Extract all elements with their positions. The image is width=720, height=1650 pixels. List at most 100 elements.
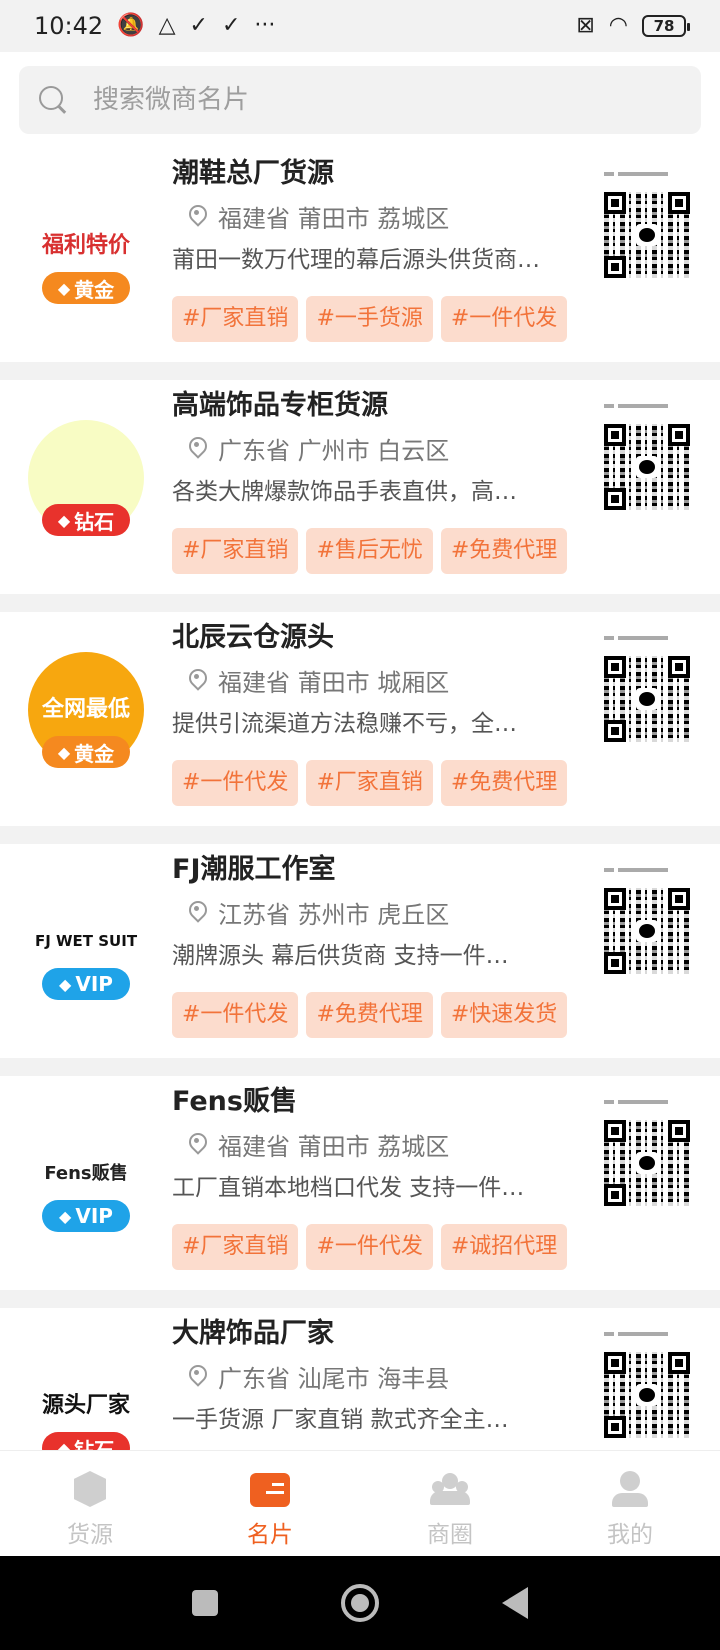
wechat-icon <box>636 224 658 246</box>
description: 提供引流渠道方法稳赚不亏，全… <box>172 711 517 737</box>
tag: #厂家直销 <box>172 1224 299 1270</box>
location-pin-icon <box>188 669 206 691</box>
system-nav-bar <box>0 1556 720 1650</box>
search-icon <box>37 84 69 116</box>
qr-header <box>604 636 692 652</box>
tag: #一件代发 <box>172 760 299 806</box>
level-badge: ◆ 黄金 <box>42 272 130 304</box>
merchant-card[interactable]: ◆ 钻石 高端饰品专柜货源 广东省 广州市 白云区 各类大牌爆款饰品手表直供，高… <box>0 380 720 594</box>
merchant-card[interactable]: FJ WET SUIT ◆ VIP FJ潮服工作室 江苏省 苏州市 虎丘区 潮牌… <box>0 844 720 1058</box>
qr-image <box>604 424 690 510</box>
check-icon: ✓ <box>189 13 208 38</box>
tag: #厂家直销 <box>306 760 433 806</box>
back-button[interactable] <box>502 1587 529 1619</box>
tab-label: 货源 <box>67 1522 113 1548</box>
tag: #诚招代理 <box>440 1224 568 1270</box>
badge-label: 黄金 <box>74 277 115 302</box>
location-text: 广东省 汕尾市 海丰县 <box>218 1364 450 1393</box>
description: 一手货源 厂家直销 款式齐全主… <box>172 1407 509 1433</box>
location-pin-icon <box>188 205 206 227</box>
merchant-card[interactable]: 全网最低 ◆ 黄金 北辰云仓源头 福建省 莆田市 城厢区 提供引流渠道方法稳赚不… <box>0 612 720 826</box>
level-badge: ◆ VIP <box>42 968 130 1000</box>
badge-label: VIP <box>75 972 113 996</box>
home-button[interactable] <box>340 1584 379 1622</box>
tag: #一件代发 <box>306 1224 433 1270</box>
tag: #厂家直销 <box>172 528 299 574</box>
location-text: 福建省 莆田市 荔城区 <box>218 1132 450 1161</box>
tag: #厂家直销 <box>172 296 299 342</box>
location: 福建省 莆田市 城厢区 <box>172 658 592 702</box>
wifi-icon: ◠ <box>608 13 628 38</box>
avatar-text: 源头厂家 <box>41 1393 130 1419</box>
merchant-name: 潮鞋总厂货源 <box>172 158 334 189</box>
card-info: 高端饰品专柜货源 广东省 广州市 白云区 各类大牌爆款饰品手表直供，高… #厂家… <box>172 386 592 574</box>
qr-code[interactable] <box>604 1332 692 1442</box>
qr-code[interactable] <box>604 868 692 978</box>
check-icon: ✓ <box>221 13 241 38</box>
qr-header <box>604 868 692 884</box>
tag: #免费代理 <box>440 760 568 806</box>
qr-header <box>604 1100 692 1116</box>
tab-card[interactable]: 名片 <box>180 1451 360 1556</box>
qr-header <box>604 404 692 420</box>
qr-image <box>604 888 690 974</box>
merchant-card[interactable]: 福利特价 ◆ 黄金 潮鞋总厂货源 福建省 莆田市 荔城区 莆田一数万代理的幕后源… <box>0 148 720 362</box>
tag-list: #一件代发 #厂家直销 #免费代理 <box>172 760 592 806</box>
qr-code[interactable] <box>604 172 692 282</box>
qr-code[interactable] <box>604 1100 692 1210</box>
tag: #一手货源 <box>306 296 433 342</box>
tab-me[interactable]: 我的 <box>540 1451 720 1556</box>
level-badge: ◆ 钻石 <box>42 1432 130 1450</box>
location-pin-icon <box>188 437 206 459</box>
badge-icon: ◆ <box>59 1206 72 1226</box>
search-bar <box>0 52 720 148</box>
tab-box[interactable]: 货源 <box>0 1451 180 1556</box>
location-pin-icon <box>188 901 206 923</box>
wechat-icon <box>636 688 658 710</box>
qr-image <box>604 192 690 278</box>
tag: #一件代发 <box>440 296 568 342</box>
tag-list: #厂家直销 #一件代发 #诚招代理 <box>172 1224 592 1270</box>
level-badge: ◆ 钻石 <box>42 504 130 536</box>
merchant-name: FJ潮服工作室 <box>172 854 336 885</box>
tag-list: #厂家直销 #一手货源 #一件代发 <box>172 296 592 342</box>
mute-icon: 🔕 <box>117 13 145 38</box>
location: 广东省 汕尾市 海丰县 <box>172 1354 592 1398</box>
tab-group[interactable]: 商圈 <box>360 1451 540 1556</box>
merchant-name: Fens贩售 <box>172 1086 297 1117</box>
merchant-card[interactable]: Fens贩售 ◆ VIP Fens贩售 福建省 莆田市 荔城区 工厂直销本地档口… <box>0 1076 720 1290</box>
search-input[interactable] <box>93 85 653 115</box>
description: 潮牌源头 幕后供货商 支持一件… <box>172 943 509 969</box>
qr-code[interactable] <box>604 404 692 514</box>
card-info: FJ潮服工作室 江苏省 苏州市 虎丘区 潮牌源头 幕后供货商 支持一件… #一件… <box>172 850 592 1038</box>
merchant-card[interactable]: 源头厂家 ◆ 钻石 大牌饰品厂家 广东省 汕尾市 海丰县 一手货源 厂家直销 款… <box>0 1308 720 1450</box>
app-icon: △ <box>158 13 176 38</box>
badge-icon: ◆ <box>59 974 72 994</box>
level-badge: ◆ 黄金 <box>42 736 130 768</box>
sim-icon: ⊠ <box>576 13 595 38</box>
avatar-text: 全网最低 <box>41 697 130 723</box>
card-info: 北辰云仓源头 福建省 莆田市 城厢区 提供引流渠道方法稳赚不亏，全… #一件代发… <box>172 618 592 806</box>
location-pin-icon <box>188 1133 206 1155</box>
description: 莆田一数万代理的幕后源头供货商… <box>172 247 540 273</box>
location-text: 福建省 莆田市 荔城区 <box>218 204 450 233</box>
avatar-text: 福利特价 <box>41 233 130 259</box>
location: 福建省 莆田市 荔城区 <box>172 194 592 238</box>
avatar-text: Fens贩售 <box>44 1162 128 1184</box>
qr-image <box>604 656 690 742</box>
description: 工厂直销本地档口代发 支持一件… <box>172 1175 525 1201</box>
tab-label: 商圈 <box>427 1522 473 1548</box>
level-badge: ◆ VIP <box>42 1200 130 1232</box>
status-bar: 10:42 🔕 △ ✓ ✓ ··· ⊠ ◠ 78 <box>0 0 720 52</box>
location: 广东省 广州市 白云区 <box>172 426 592 470</box>
recents-button[interactable] <box>191 1590 218 1616</box>
qr-image <box>604 1120 690 1206</box>
badge-icon: ◆ <box>57 742 71 762</box>
wechat-icon <box>636 920 658 942</box>
tab-bar: 货源 名片 商圈 我的 <box>0 1450 720 1556</box>
box-icon <box>70 1469 110 1509</box>
qr-code[interactable] <box>604 636 692 746</box>
location: 福建省 莆田市 荔城区 <box>172 1122 592 1166</box>
badge-label: 黄金 <box>74 741 115 766</box>
search-box[interactable] <box>19 66 701 134</box>
